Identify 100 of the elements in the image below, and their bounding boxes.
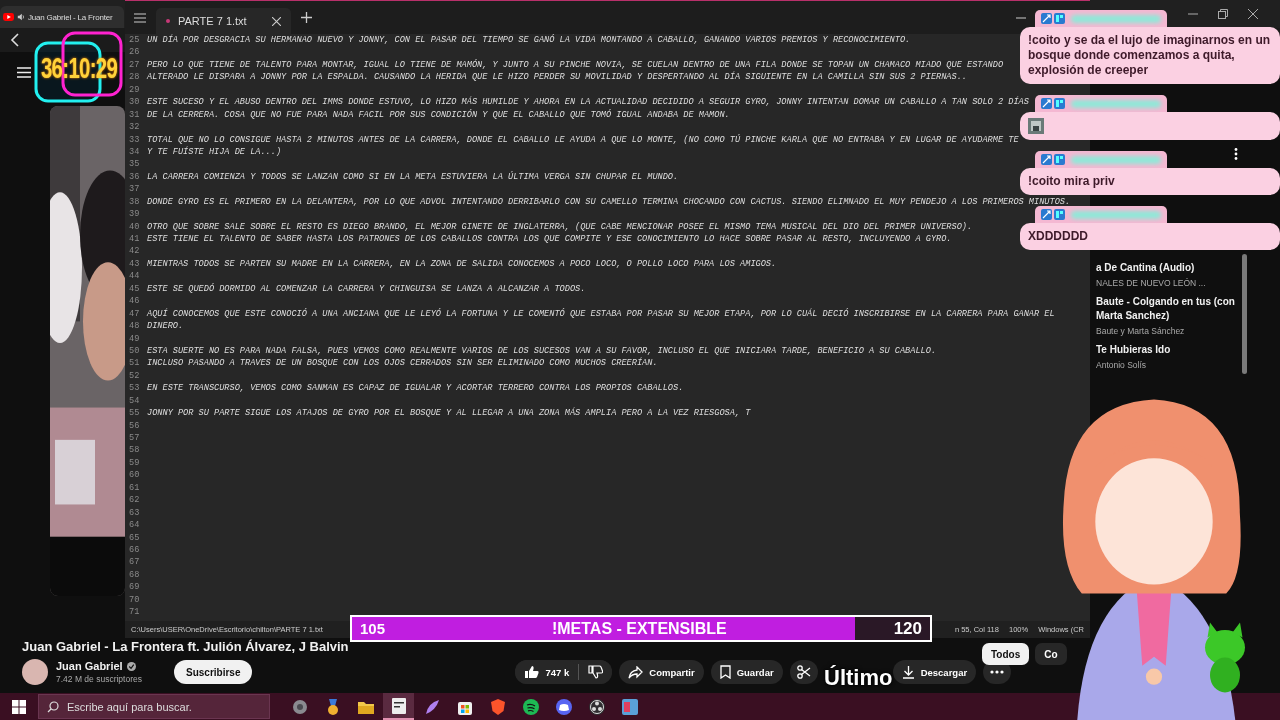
- line-number: 28: [128, 71, 141, 84]
- line-number: 55: [128, 407, 141, 420]
- line-number: 25: [128, 34, 141, 47]
- filter-chip[interactable]: Todos: [982, 643, 1030, 665]
- scissors-icon: [796, 665, 811, 679]
- line-number: 59: [128, 456, 141, 470]
- line-number: 61: [128, 481, 141, 495]
- line-number: 43: [128, 257, 141, 271]
- line-number: 27: [128, 58, 141, 72]
- line-number: 39: [128, 208, 141, 221]
- more-icon: [990, 670, 1005, 674]
- text-line: AQUÍ CONOCEMOS QUE ESTE CONOCIÓ A UNA ANCIANA QUE LE LEYÓ LA FORTUNA Y LE COMENTÓ QUE ESTABA POR PASAR SU MEJOR ETAPA, POR LO CUÁL DECIÓ INSCRIBIRSE EN LA CARRERA PARA GANAR EL: [147, 307, 1055, 321]
- speaker-icon: [17, 13, 25, 21]
- line-number: 32: [128, 121, 141, 134]
- browser-tab[interactable]: Juan Gabriel - La Fronter: [0, 6, 124, 28]
- text-line: PERO LO QUE TIENE DE TALENTO PARA MONTAR, IGUAL LO TIENE DE MAMÓN, Y JUNTO A SU PINCHE NOVIA, SE CUELAN DENTRO DE UNA FILA DONDE SE TOPAN UN CHAMACO MIADO QUE ESTANDO: [147, 58, 1004, 71]
- line-number: 52: [128, 369, 141, 383]
- verified-icon: [126, 661, 136, 671]
- text-line: DONDE GYRO ES EL PRIMERO EN LA DELANTERA, POR LO QUE ADVOL INTENTANDO DERRIBARLO CON SU CAMELLO TERMINA CHOCANDO CON CACTUS. SIENDO ELIMNADO EL MUY PENDEJO A LOS PRIMEROS MINUTOS.: [147, 195, 1071, 209]
- windows-start-icon[interactable]: [12, 699, 26, 714]
- recommended-channel: NALES DE NUEVO LEÓN ...: [1096, 278, 1207, 288]
- channel-avatar[interactable]: [22, 659, 48, 685]
- recommended-channel: Baute y Marta Sánchez: [1096, 326, 1186, 336]
- line-number: 31: [128, 108, 141, 122]
- filter-chip[interactable]: Co: [1035, 643, 1067, 665]
- download-button[interactable]: Descargar: [892, 660, 977, 684]
- channel-name[interactable]: Juan Gabriel: [56, 660, 123, 672]
- notepad-icon: [389, 696, 408, 715]
- text-line: LA CARRERA COMIENZA Y TODOS SE LANZAN COMO SI EN LA META ESTUVIERA LA ÚLTIMA VERGA SIN CHUPAR EL MUNDO.: [147, 170, 679, 184]
- close-icon[interactable]: [1248, 9, 1258, 19]
- text-line: ALTERADO LE DISPARA A JONNY POR LA ESPALDA. CAUSANDO LA HERIDA QUE LE HIZO PERDER SU MOVILIDAD Y DESPERTANDO AL DÍA SIGUIENTE EN LA CAMILLA SIN SUS 2 PIERNAS..: [147, 71, 967, 84]
- share-button[interactable]: Compartir: [619, 660, 704, 684]
- text-line: INCLUSO PASANDO A TRAVES DE UN BOSQUE CON LOS OJOS CERRADOS SIN SER ELIMINADO COMO MUCHOS CREERÍAN.: [147, 357, 658, 370]
- line-number: 29: [128, 83, 141, 97]
- badge-icon: [1041, 154, 1052, 165]
- line-number: 40: [128, 220, 141, 233]
- chat-message: !coito mira priv: [1028, 174, 1116, 189]
- text-line: UN DÍA POR DESGRACIA SU HERMANAO NUEVO Y JONNY, CON EL PASAR DEL TIEMPO SE GANÓ LA VIDA MONTANDO A CABALLO, GANANDO VARIOS PREMIOS Y RECONOCIMIENTO.: [147, 34, 911, 47]
- recommended-channel: Antonio Solís: [1096, 360, 1148, 370]
- taskbar-button[interactable]: [383, 693, 414, 720]
- line-number: 41: [128, 233, 141, 246]
- line-number: 46: [128, 295, 141, 308]
- download-icon: [901, 665, 915, 679]
- goal-target: 120: [893, 618, 922, 639]
- share-icon: [628, 665, 644, 679]
- subscribe-button[interactable]: Suscribirse: [174, 660, 253, 684]
- line-number: 38: [128, 195, 141, 209]
- text-line: MIENTRAS TODOS SE PARTEN SU MADRE EN LA CARRERA, EN LA ZONA DE SALIDA CONOCEMOS A POCO LOCO, O POLLO LOCO PARA LOS AMIGOS.: [147, 257, 777, 271]
- editor-tab[interactable]: PARTE 7 1.txt: [156, 8, 291, 34]
- line-number: 68: [128, 568, 141, 582]
- goal-start: 105: [360, 620, 386, 637]
- line-number: 48: [128, 320, 141, 333]
- line-number: 53: [128, 382, 141, 395]
- text-line: Y TE FUÍSTE HIJA DE LA...): [147, 145, 282, 159]
- line-number: 45: [128, 282, 141, 296]
- line-number: 63: [128, 506, 141, 520]
- scrollbar[interactable]: [1242, 254, 1247, 374]
- save-button[interactable]: Guardar: [710, 660, 783, 684]
- clip-button[interactable]: [789, 660, 818, 684]
- text-line: OTRO QUE SOBRE SALE SOBRE EL RESTO ES DIEGO BRANDO, EL MEJOR GINETE DE INGLATERRA, (QUE CABE MENCIONAR POSEE EL MISMO TEMA MUSICAL DEL DIO DEL PRIMER UNIVERSO).: [147, 220, 973, 233]
- badge-icon: [1041, 98, 1052, 109]
- recommended-video-title[interactable]: a De Cantina (Audio): [1096, 261, 1246, 275]
- more-vertical-icon[interactable]: [1234, 148, 1238, 160]
- text-line: ESTE SE QUEDÓ DORMIDO AL COMENZAR LA CARRERA Y CHINGUISA SE LANZA A ALCANZAR A TODOS.: [147, 282, 586, 296]
- music-icon: [521, 697, 540, 716]
- line-number: 64: [128, 519, 141, 532]
- text-line: ESTE TIENE EL TALENTO DE SABER HASTA LOS PATRONES DE LOS CABALLOS CONTRA LOS QUE COMPITE Y ESE CONOCIMIENTO LO HACE SOBRE PASAR AL RESTO, INCLUYENDO A GYRO.: [147, 233, 952, 246]
- thumbs-up-icon: [524, 665, 540, 679]
- line-number: 30: [128, 96, 141, 109]
- line-number: 50: [128, 344, 141, 358]
- subscriber-count: 7.42 M de suscriptores: [56, 674, 143, 684]
- line-number: 36: [128, 170, 141, 184]
- text-line: DINERO.: [147, 320, 184, 333]
- line-number: 42: [128, 245, 141, 258]
- text-line: TOTAL QUE NO LO CONSIGUE HASTA 2 MINUTOS ANTES DE LA CARRERA, DONDE EL CABALLO LE AYUDA A QUE LO MONTE, (NO COMO TÚ PINCHE KARLA QUE NO ENTRABA Y EN LUGAR DE AYUDARME TE: [147, 133, 1019, 146]
- search-icon: [47, 701, 59, 713]
- text-line: ESTE SUCESO Y EL ABUSO DENTRO DEL IMMS DONDE ESTUVO, LO HIZO MÁS HUMILDE Y AHORA EN LA ACTUALIDAD DECIDIDO A SEGUIR GYRO, JONNY INTENTAN DOMAR UN CABALLO A TAN SOLO 2 DÍAS: [147, 96, 1029, 109]
- search-field[interactable]: Escribe aquí para buscar.: [38, 694, 270, 719]
- minimize-icon[interactable]: [1016, 16, 1026, 19]
- overlay-caption: Último: [824, 665, 893, 691]
- app-icon: [620, 697, 639, 716]
- badge-icon: [1054, 154, 1065, 165]
- line-number: 26: [128, 46, 141, 59]
- recommended-video-title[interactable]: Baute - Colgando en tus (con Marta Sanchez): [1096, 295, 1246, 323]
- line-number: 65: [128, 531, 141, 544]
- gear-icon: [290, 697, 309, 716]
- text-line: EN ESTE TRANSCURSO, VEMOS COMO SANMAN ES CAPAZ DE IGUALAR Y ACORTAR TERRERO CONTRA LOS PROPIOS CABALLOS.: [147, 382, 684, 395]
- chat-message: !coito y se da el lujo de imaginarnos en un bosque donde comenzamos a quita, explosión de creeper: [1028, 33, 1272, 78]
- badge-icon: [1054, 209, 1065, 220]
- chat-message: XDDDDDD: [1028, 229, 1089, 244]
- line-number: 56: [128, 419, 141, 432]
- restore-icon[interactable]: [1218, 9, 1228, 19]
- line-number: 71: [128, 606, 141, 619]
- line-number: 66: [128, 543, 141, 557]
- line-number: 33: [128, 133, 141, 146]
- bookmark-icon: [719, 665, 731, 679]
- badge-icon: [1041, 13, 1052, 24]
- plus-icon[interactable]: [301, 12, 312, 23]
- close-icon[interactable]: [272, 16, 281, 26]
- recommended-video-title[interactable]: Te Hubieras Ido: [1096, 343, 1246, 357]
